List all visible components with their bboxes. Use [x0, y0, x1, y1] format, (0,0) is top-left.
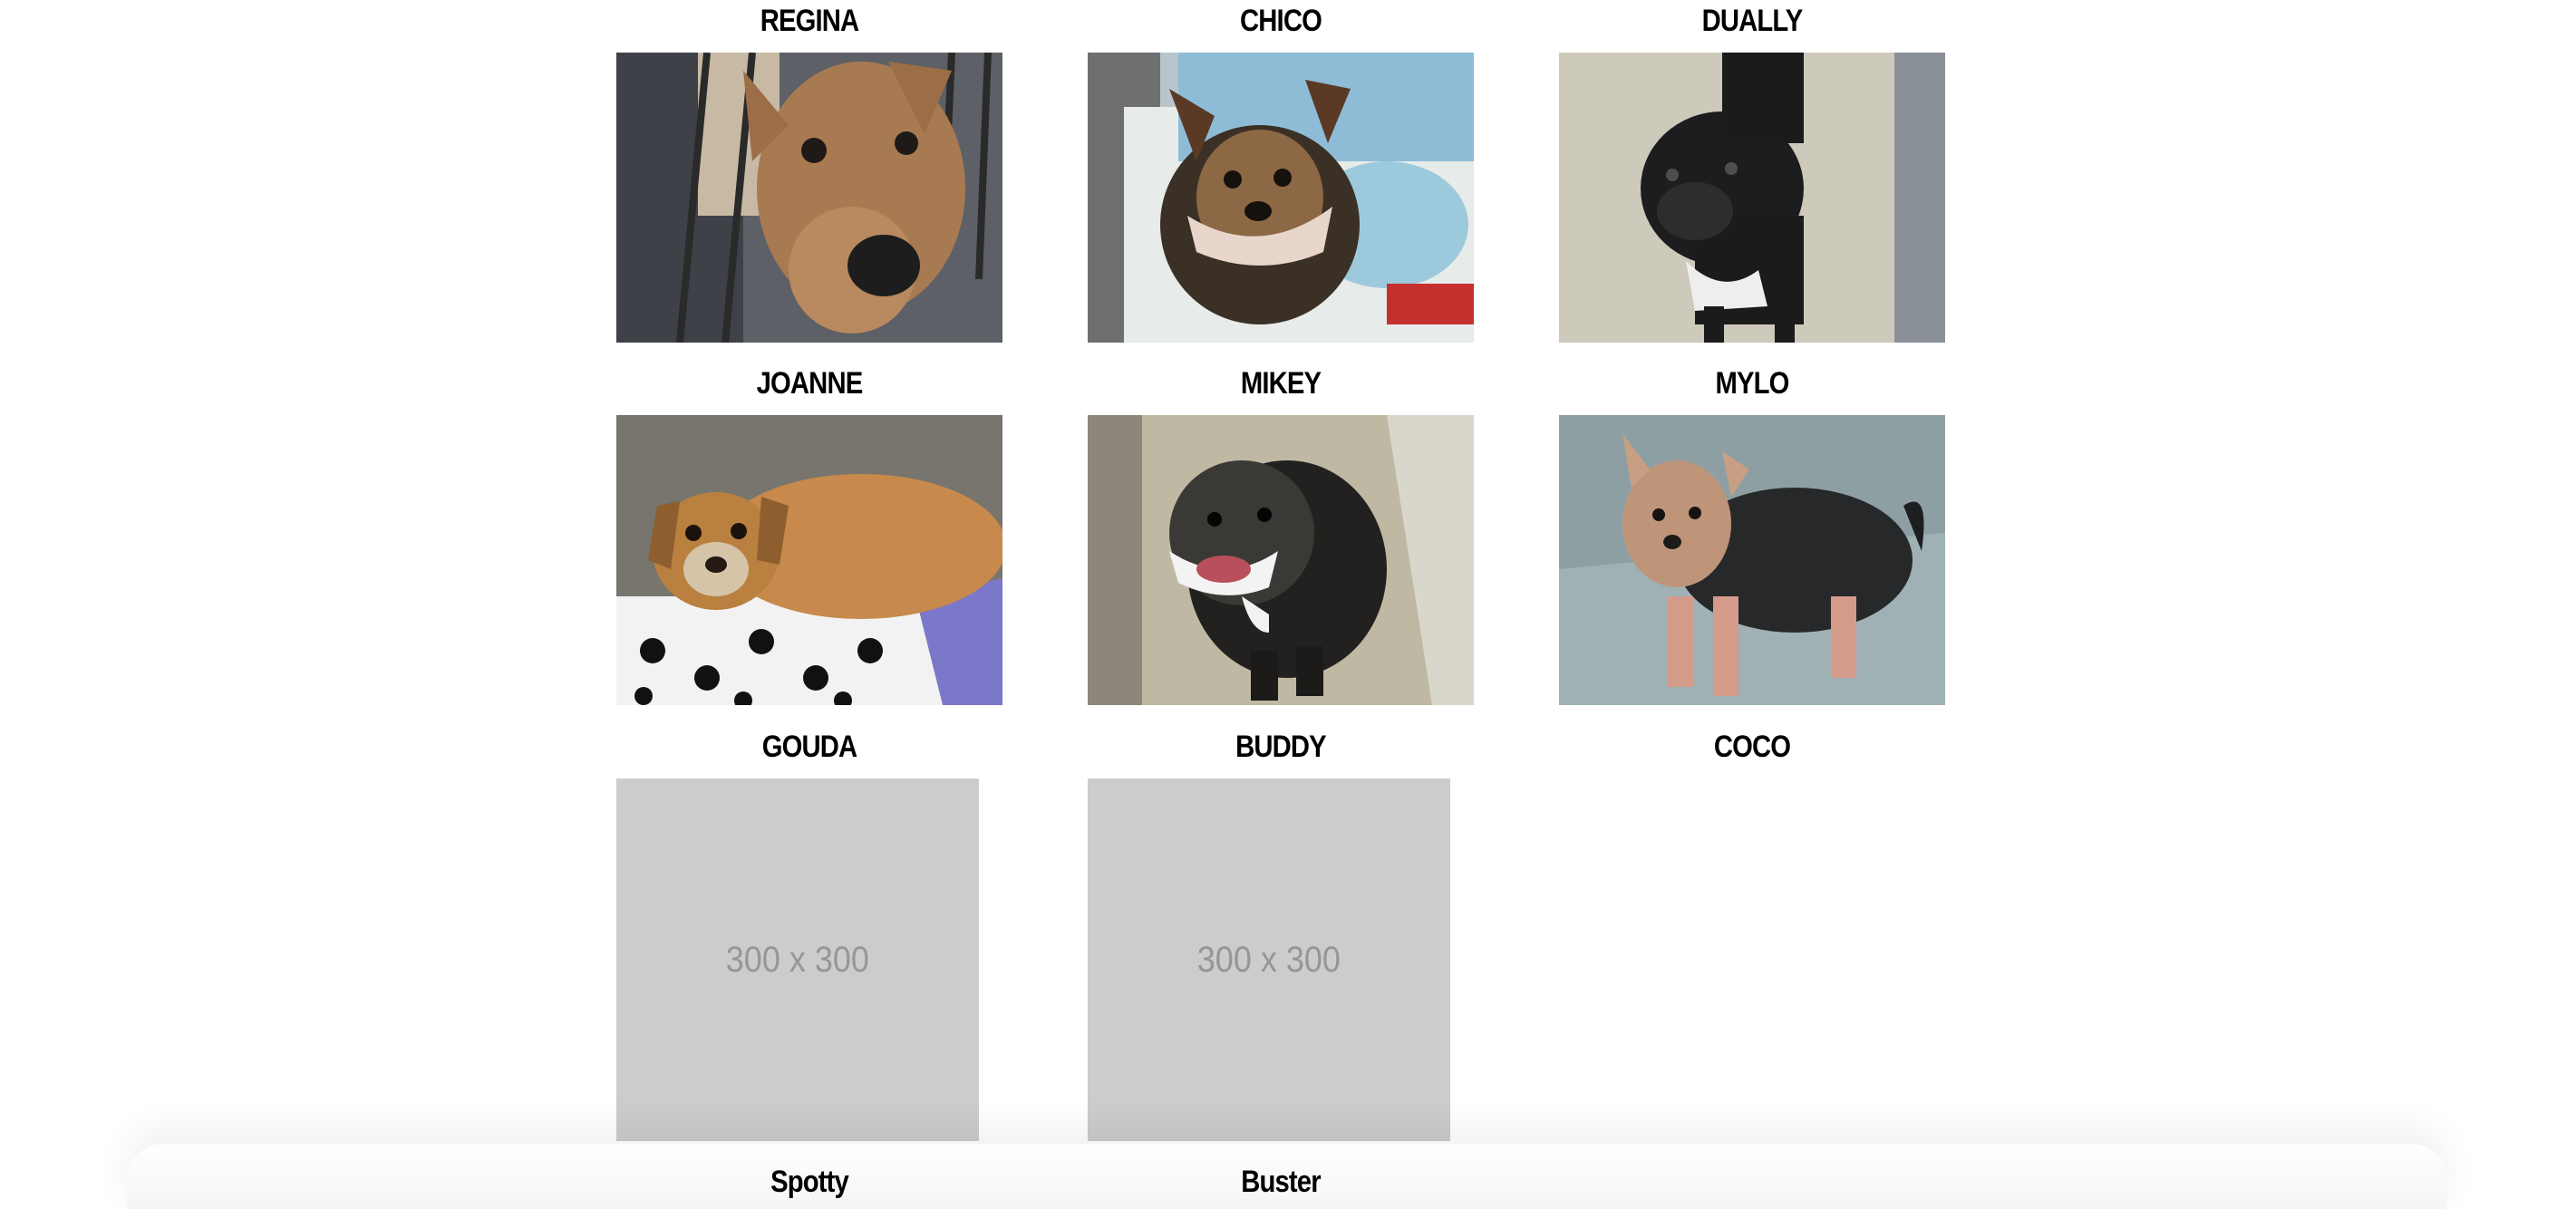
pet-name[interactable]: JOANNE — [623, 366, 997, 401]
pet-name[interactable]: GOUDA — [623, 730, 997, 765]
pet-name[interactable]: Buster — [1094, 1165, 1468, 1200]
dark-scruffy-dog-photo[interactable] — [1088, 415, 1474, 705]
pet-name[interactable]: COCO — [1565, 730, 1940, 765]
pet-name[interactable]: MIKEY — [1094, 366, 1468, 401]
tan-dog-blanket-photo[interactable] — [616, 415, 1002, 705]
placeholder-label: 300 x 300 — [725, 939, 870, 980]
pet-name[interactable]: MYLO — [1565, 366, 1940, 401]
pet-name[interactable]: CHICO — [1094, 4, 1468, 39]
pet-gallery-page: REGINA CHICO DUALLY JOANNE MIKEY MYLO GO… — [0, 0, 2576, 1209]
yorkie-grey-floor-photo[interactable] — [1559, 415, 1945, 705]
yorkie-photo[interactable] — [1088, 53, 1474, 343]
pet-name[interactable]: BUDDY — [1094, 730, 1468, 765]
pet-name[interactable]: REGINA — [623, 4, 997, 39]
image-placeholder[interactable]: 300 x 300 — [1088, 779, 1450, 1141]
image-placeholder[interactable]: 300 x 300 — [616, 779, 979, 1141]
black-dog-photo[interactable] — [1559, 53, 1945, 343]
pet-name[interactable]: Spotty — [623, 1165, 997, 1200]
placeholder-label: 300 x 300 — [1196, 939, 1341, 980]
pet-name[interactable]: DUALLY — [1565, 4, 1940, 39]
tan-dog-photo[interactable] — [616, 53, 1002, 343]
